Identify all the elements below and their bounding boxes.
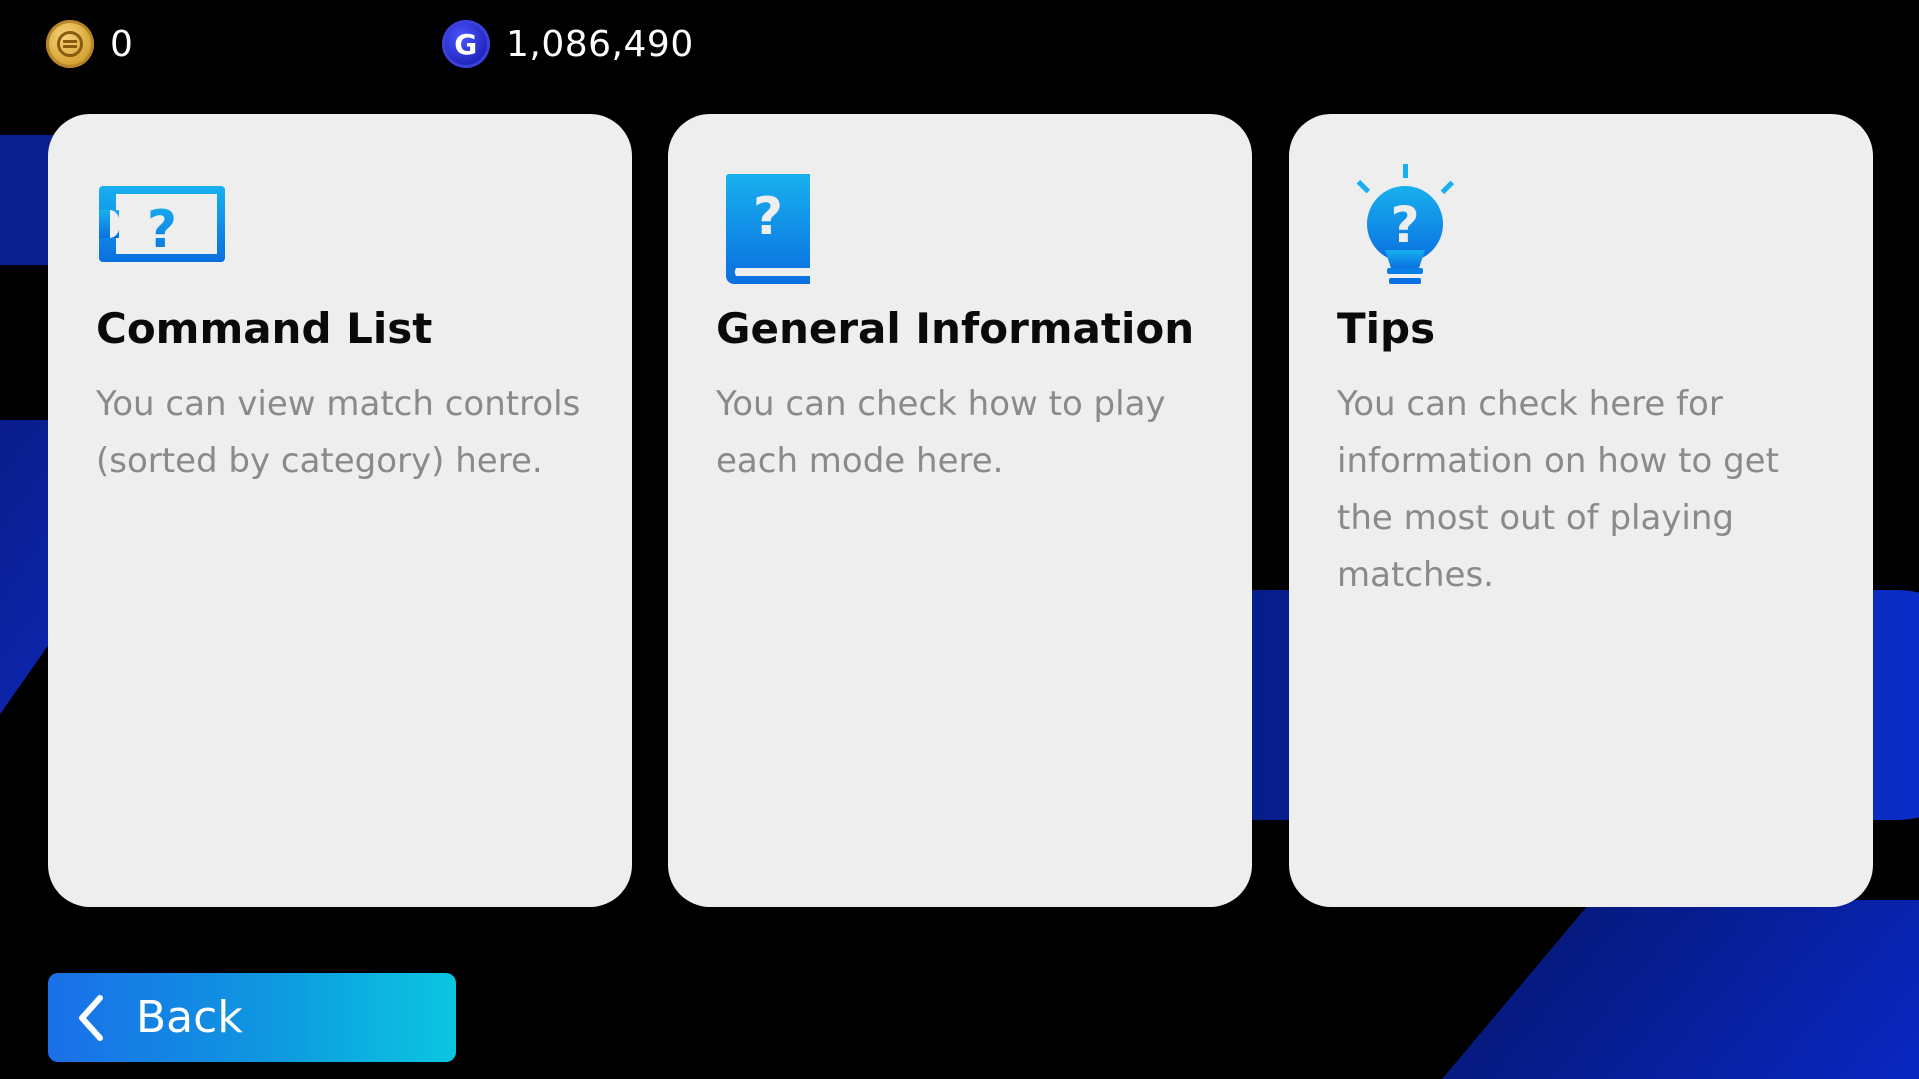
card-description: You can check how to play each mode here…: [716, 384, 1166, 481]
general-information-card[interactable]: ? General Information You can check how …: [668, 114, 1252, 907]
gp-icon: G: [442, 20, 490, 68]
svg-text:?: ?: [753, 187, 783, 247]
card-title: Command List: [96, 304, 433, 353]
coin-balance-value: 0: [110, 23, 134, 65]
background-stripe: [1407, 900, 1919, 1079]
command-list-icon: ?: [99, 186, 225, 262]
svg-text:?: ?: [147, 200, 177, 260]
card-title: Tips: [1337, 304, 1436, 353]
lightbulb-question-icon: ?: [1356, 164, 1455, 284]
chevron-left-icon: [79, 994, 103, 1041]
book-question-icon: ?: [725, 174, 810, 284]
card-description: You can view match controls (sorted by c…: [96, 384, 581, 481]
command-list-card[interactable]: ? Command List You can view match contro…: [48, 114, 632, 907]
svg-text:?: ?: [1390, 196, 1419, 254]
tips-card[interactable]: ? Tips You can check here for informatio…: [1289, 114, 1873, 907]
coin-icon: [46, 20, 94, 68]
gp-balance-value: 1,086,490: [506, 23, 694, 65]
help-screen: 0 G 1,086,490 ? Command List You can vie…: [0, 0, 1919, 1079]
back-button-label: Back: [136, 992, 243, 1043]
coin-balance: 0: [46, 20, 133, 68]
back-button[interactable]: Back: [48, 973, 456, 1062]
card-title: General Information: [716, 304, 1195, 353]
gp-balance: G 1,086,490: [442, 20, 694, 68]
card-description: You can check here for information on ho…: [1337, 384, 1779, 595]
